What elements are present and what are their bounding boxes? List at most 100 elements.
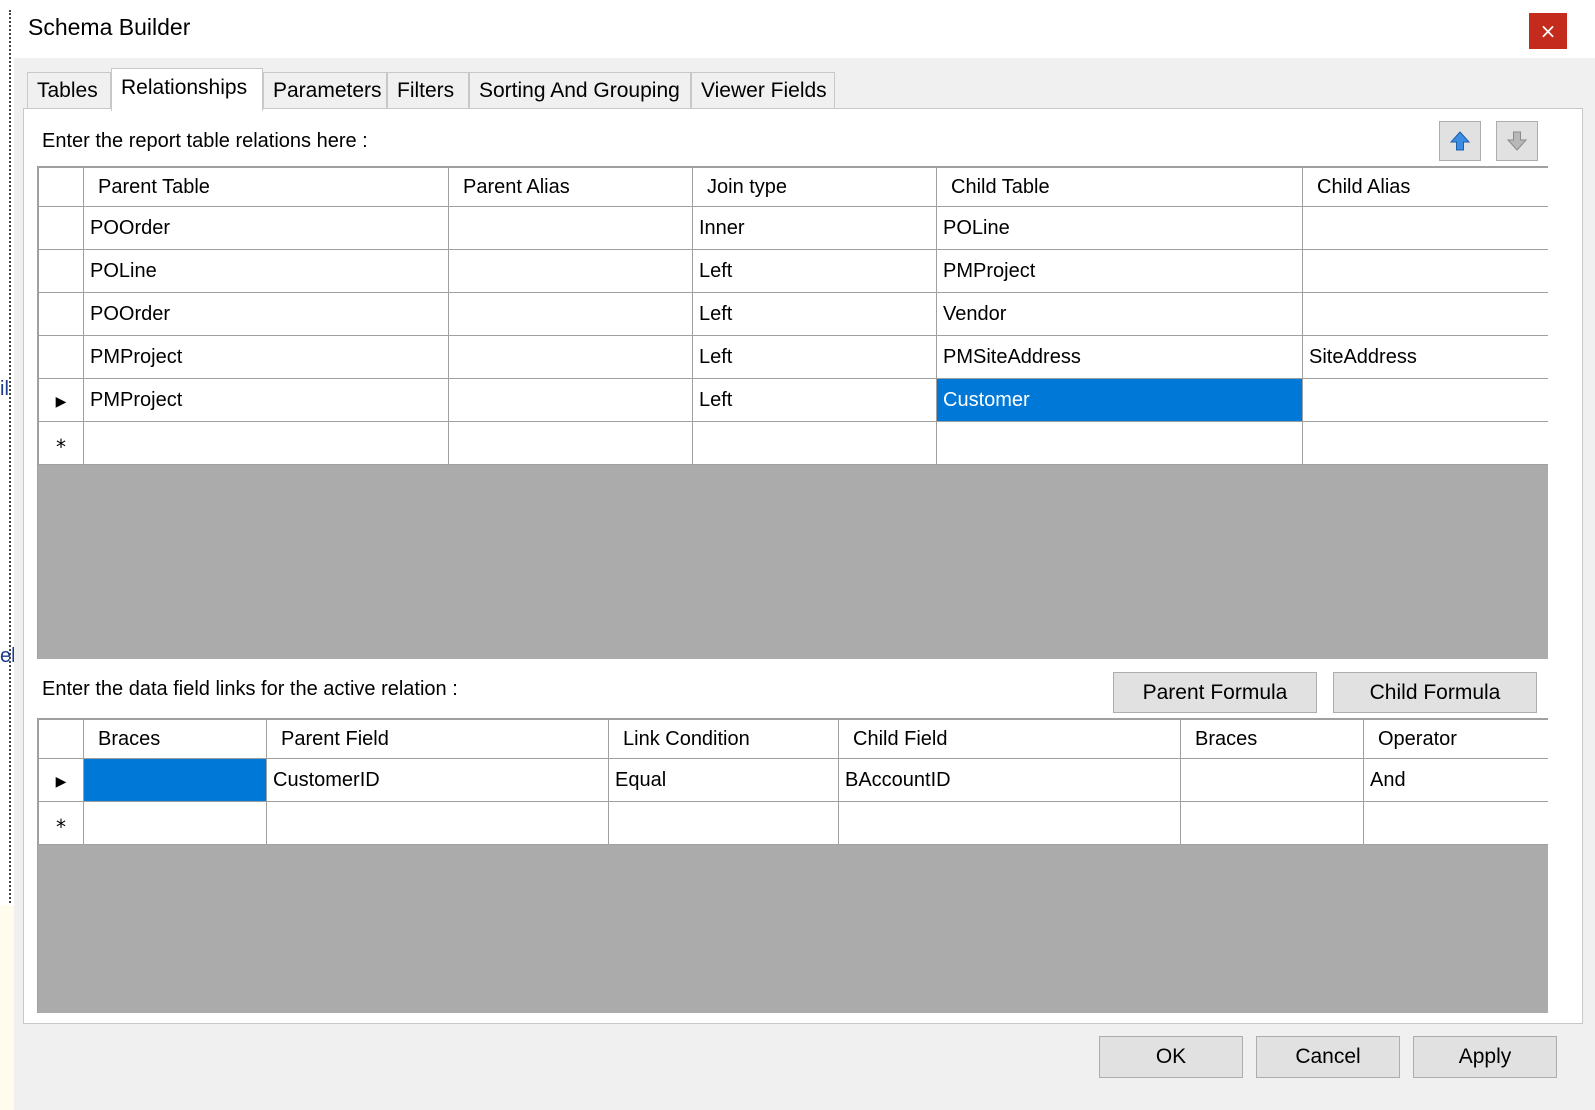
grid-header-row: Parent Table Parent Alias Join type Chil… [38, 167, 1548, 207]
grid-cell[interactable] [1363, 801, 1548, 845]
tab-parameters[interactable]: Parameters [263, 72, 387, 108]
row-header[interactable] [38, 335, 84, 379]
table-row[interactable]: POOrder Inner POLine [38, 206, 1548, 250]
grid-cell[interactable] [448, 335, 693, 379]
grid-cell[interactable] [448, 378, 693, 422]
grid-cell[interactable]: Left [692, 335, 937, 379]
grid-cell[interactable] [838, 801, 1181, 845]
table-row-new[interactable]: * [38, 421, 1548, 465]
grid-cell[interactable]: PMSiteAddress [936, 335, 1303, 379]
cancel-button[interactable]: Cancel [1256, 1036, 1400, 1078]
grid-cell[interactable] [1180, 801, 1364, 845]
row-header[interactable]: * [38, 801, 84, 845]
close-button[interactable]: × [1529, 13, 1567, 49]
dotted-guide [9, 10, 11, 910]
column-header[interactable]: Parent Field [266, 719, 609, 759]
table-row[interactable]: PMProject Left PMSiteAddress SiteAddress [38, 335, 1548, 379]
parent-formula-button[interactable]: Parent Formula [1113, 672, 1317, 713]
grid-cell[interactable] [1302, 206, 1548, 250]
tab-sorting-and-grouping[interactable]: Sorting And Grouping [469, 72, 691, 108]
child-formula-button[interactable]: Child Formula [1333, 672, 1537, 713]
grid-cell-selected[interactable]: Customer [936, 378, 1303, 422]
grid-cell[interactable]: Equal [608, 758, 839, 802]
grid-cell[interactable]: Left [692, 292, 937, 336]
relations-grid[interactable]: Parent Table Parent Alias Join type Chil… [37, 166, 1548, 659]
grid-cell[interactable] [1302, 378, 1548, 422]
table-row-current[interactable]: ▶ CustomerID Equal BAccountID And [38, 758, 1548, 802]
grid-cell[interactable] [83, 801, 267, 845]
tab-relationships[interactable]: Relationships [111, 68, 263, 111]
links-grid[interactable]: Braces Parent Field Link Condition Child… [37, 718, 1548, 1013]
row-header[interactable]: * [38, 421, 84, 465]
background-text: il [0, 378, 9, 400]
grid-cell[interactable] [1302, 421, 1548, 465]
table-row[interactable]: POLine Left PMProject [38, 249, 1548, 293]
grid-cell[interactable] [448, 421, 693, 465]
grid-cell[interactable]: Left [692, 249, 937, 293]
tab-filters[interactable]: Filters [387, 72, 469, 108]
tab-tables[interactable]: Tables [27, 72, 111, 108]
background-area [0, 905, 14, 1110]
grid-cell[interactable] [1180, 758, 1364, 802]
row-header[interactable]: ▶ [38, 758, 84, 802]
grid-cell[interactable]: POOrder [83, 206, 449, 250]
row-header[interactable] [38, 249, 84, 293]
column-header[interactable]: Braces [1180, 719, 1364, 759]
grid-cell[interactable] [83, 421, 449, 465]
row-header[interactable]: ▶ [38, 378, 84, 422]
arrow-down-icon [1506, 131, 1528, 151]
table-row-new[interactable]: * [38, 801, 1548, 845]
move-down-button[interactable] [1496, 121, 1538, 161]
table-row[interactable]: POOrder Left Vendor [38, 292, 1548, 336]
grid-cell[interactable]: Vendor [936, 292, 1303, 336]
grid-cell[interactable] [448, 206, 693, 250]
grid-cell[interactable] [448, 292, 693, 336]
row-header[interactable] [38, 292, 84, 336]
schema-builder-dialog: Schema Builder × Tables Relationships Pa… [14, 0, 1595, 1110]
grid-cell[interactable]: And [1363, 758, 1548, 802]
grid-cell[interactable]: BAccountID [838, 758, 1181, 802]
column-header[interactable]: Join type [692, 167, 937, 207]
column-header[interactable]: Parent Table [83, 167, 449, 207]
grid-cell[interactable] [1302, 292, 1548, 336]
grid-cell[interactable]: Left [692, 378, 937, 422]
grid-corner [38, 719, 84, 759]
grid-cell[interactable]: CustomerID [266, 758, 609, 802]
column-header[interactable]: Child Table [936, 167, 1303, 207]
grid-cell[interactable] [692, 421, 937, 465]
row-header[interactable] [38, 206, 84, 250]
grid-cell[interactable]: POOrder [83, 292, 449, 336]
column-header[interactable]: Child Alias [1302, 167, 1548, 207]
column-header[interactable]: Braces [83, 719, 267, 759]
apply-button[interactable]: Apply [1413, 1036, 1557, 1078]
grid-cell[interactable]: PMProject [83, 335, 449, 379]
title-bar: Schema Builder × [14, 0, 1595, 58]
column-header[interactable]: Child Field [838, 719, 1181, 759]
column-header[interactable]: Parent Alias [448, 167, 693, 207]
grid-cell[interactable]: PMProject [936, 249, 1303, 293]
grid-cell[interactable]: POLine [83, 249, 449, 293]
grid-cell[interactable]: SiteAddress [1302, 335, 1548, 379]
column-header[interactable]: Operator [1363, 719, 1548, 759]
grid-header-row: Braces Parent Field Link Condition Child… [38, 719, 1548, 759]
grid-cell[interactable]: PMProject [83, 378, 449, 422]
arrow-up-icon [1449, 131, 1471, 151]
new-row-icon: * [56, 814, 66, 839]
column-header[interactable]: Link Condition [608, 719, 839, 759]
background-window-edge: il el [0, 0, 16, 1110]
grid-cell[interactable]: Inner [692, 206, 937, 250]
grid-cell[interactable] [936, 421, 1303, 465]
relations-instruction: Enter the report table relations here : [42, 130, 368, 152]
grid-cell[interactable]: POLine [936, 206, 1303, 250]
relationships-panel: Enter the report table relations here : … [23, 108, 1583, 1024]
grid-cell[interactable] [448, 249, 693, 293]
grid-cell[interactable] [1302, 249, 1548, 293]
ok-button[interactable]: OK [1099, 1036, 1243, 1078]
move-up-button[interactable] [1439, 121, 1481, 161]
tab-viewer-fields[interactable]: Viewer Fields [691, 72, 835, 108]
grid-cell[interactable] [266, 801, 609, 845]
grid-cell[interactable] [608, 801, 839, 845]
window-title: Schema Builder [28, 14, 191, 40]
table-row-current[interactable]: ▶ PMProject Left Customer [38, 378, 1548, 422]
grid-cell-selected[interactable] [83, 758, 267, 802]
